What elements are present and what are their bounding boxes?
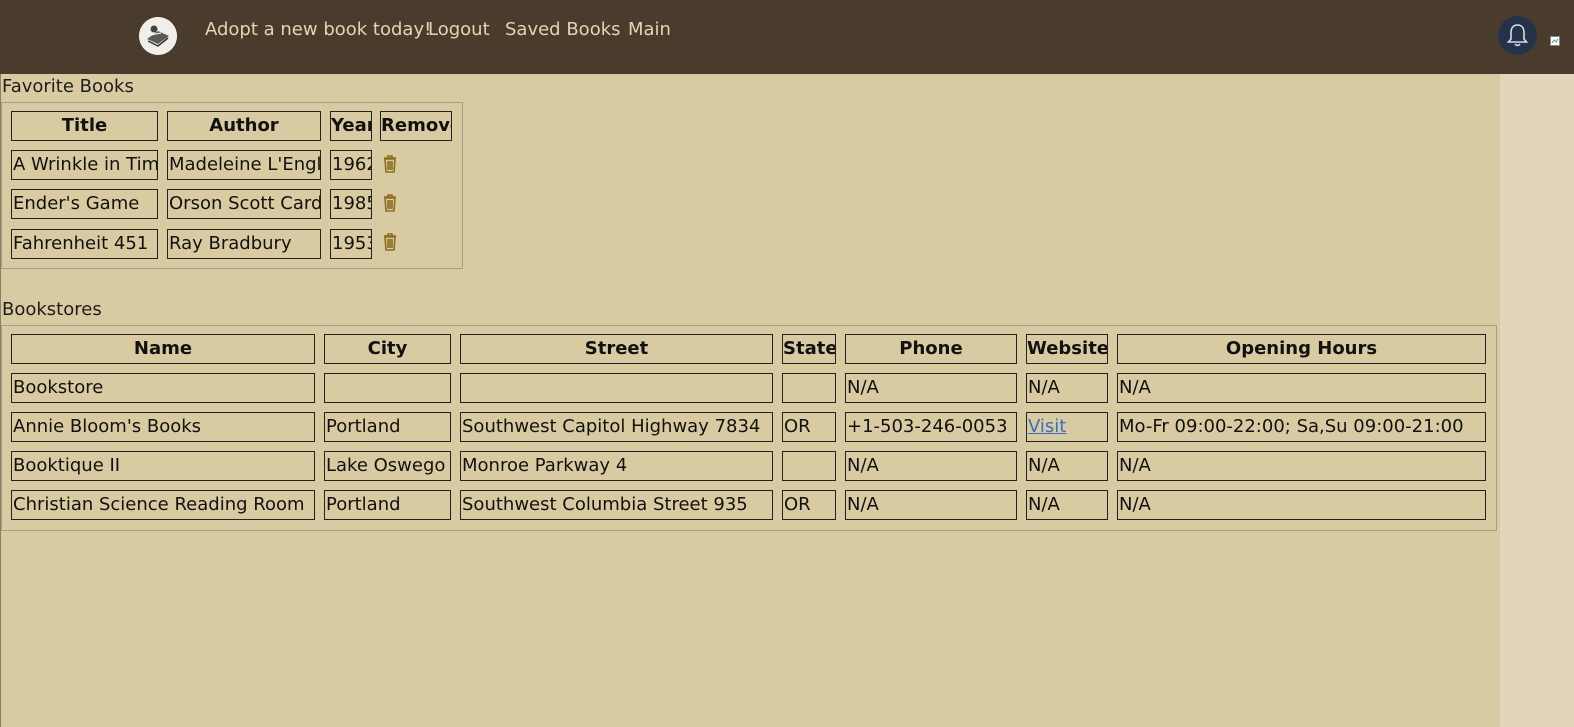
store-website: N/A xyxy=(1026,373,1108,403)
store-name: Christian Science Reading Room xyxy=(11,490,315,520)
store-street: Southwest Capitol Highway 7834 xyxy=(460,412,773,442)
book-author: Orson Scott Card xyxy=(167,189,321,219)
store-state xyxy=(782,373,836,403)
nav-link-adopt[interactable]: Adopt a new book today! xyxy=(205,19,431,40)
store-state: OR xyxy=(782,490,836,520)
trash-icon[interactable] xyxy=(381,154,399,174)
store-city: Portland xyxy=(324,490,451,520)
column-header-title: Title xyxy=(11,111,158,141)
book-year: 1953 xyxy=(330,229,372,259)
column-header-phone: Phone xyxy=(845,334,1017,364)
store-website-link[interactable]: Visit xyxy=(1028,416,1066,437)
store-phone: N/A xyxy=(845,373,1017,403)
store-street xyxy=(460,373,773,403)
broken-image-icon xyxy=(1550,31,1560,46)
store-website-cell: Visit xyxy=(1026,412,1108,442)
book-year: 1962 xyxy=(330,150,372,180)
column-header-opening-hours: Opening Hours xyxy=(1117,334,1486,364)
store-hours: N/A xyxy=(1117,451,1486,481)
column-header-name: Name xyxy=(11,334,315,364)
store-city: Lake Oswego xyxy=(324,451,451,481)
column-header-street: Street xyxy=(460,334,773,364)
column-header-website: Website xyxy=(1026,334,1108,364)
book-title: Fahrenheit 451 xyxy=(11,229,158,259)
store-street: Southwest Columbia Street 935 xyxy=(460,490,773,520)
store-city xyxy=(324,373,451,403)
store-name: Booktique II xyxy=(11,451,315,481)
store-name: Bookstore xyxy=(11,373,315,403)
navbar: Adopt a new book today! Logout Saved Boo… xyxy=(0,0,1574,74)
store-phone: +1-503-246-0053 xyxy=(845,412,1017,442)
store-street: Monroe Parkway 4 xyxy=(460,451,773,481)
store-name: Annie Bloom's Books xyxy=(11,412,315,442)
nav-link-saved-books[interactable]: Saved Books xyxy=(505,19,621,40)
store-hours: N/A xyxy=(1117,490,1486,520)
store-hours: N/A xyxy=(1117,373,1486,403)
bookstores-title: Bookstores xyxy=(2,299,102,320)
page-right-margin xyxy=(1500,74,1574,727)
store-website: N/A xyxy=(1026,490,1108,520)
book-year: 1985 xyxy=(330,189,372,219)
store-phone: N/A xyxy=(845,490,1017,520)
column-header-remove: Remove xyxy=(380,111,452,141)
column-header-city: City xyxy=(324,334,451,364)
store-phone: N/A xyxy=(845,451,1017,481)
notification-button[interactable] xyxy=(1498,16,1537,55)
column-header-year: Year xyxy=(330,111,372,141)
book-title: Ender's Game xyxy=(11,189,158,219)
column-header-author: Author xyxy=(167,111,321,141)
nav-link-logout[interactable]: Logout xyxy=(428,19,490,40)
store-state xyxy=(782,451,836,481)
bell-icon xyxy=(1506,24,1529,47)
trash-icon[interactable] xyxy=(381,232,399,252)
book-author: Madeleine L'Engle xyxy=(167,150,321,180)
book-author: Ray Bradbury xyxy=(167,229,321,259)
store-state: OR xyxy=(782,412,836,442)
store-website: N/A xyxy=(1026,451,1108,481)
trash-icon[interactable] xyxy=(381,193,399,213)
book-title: A Wrinkle in Time xyxy=(11,150,158,180)
store-hours: Mo-Fr 09:00-22:00; Sa,Su 09:00-21:00 xyxy=(1117,412,1486,442)
column-header-state: State xyxy=(782,334,836,364)
store-city: Portland xyxy=(324,412,451,442)
logo-icon[interactable] xyxy=(139,17,177,55)
favorite-books-title: Favorite Books xyxy=(2,76,134,97)
nav-link-main[interactable]: Main xyxy=(628,19,671,40)
